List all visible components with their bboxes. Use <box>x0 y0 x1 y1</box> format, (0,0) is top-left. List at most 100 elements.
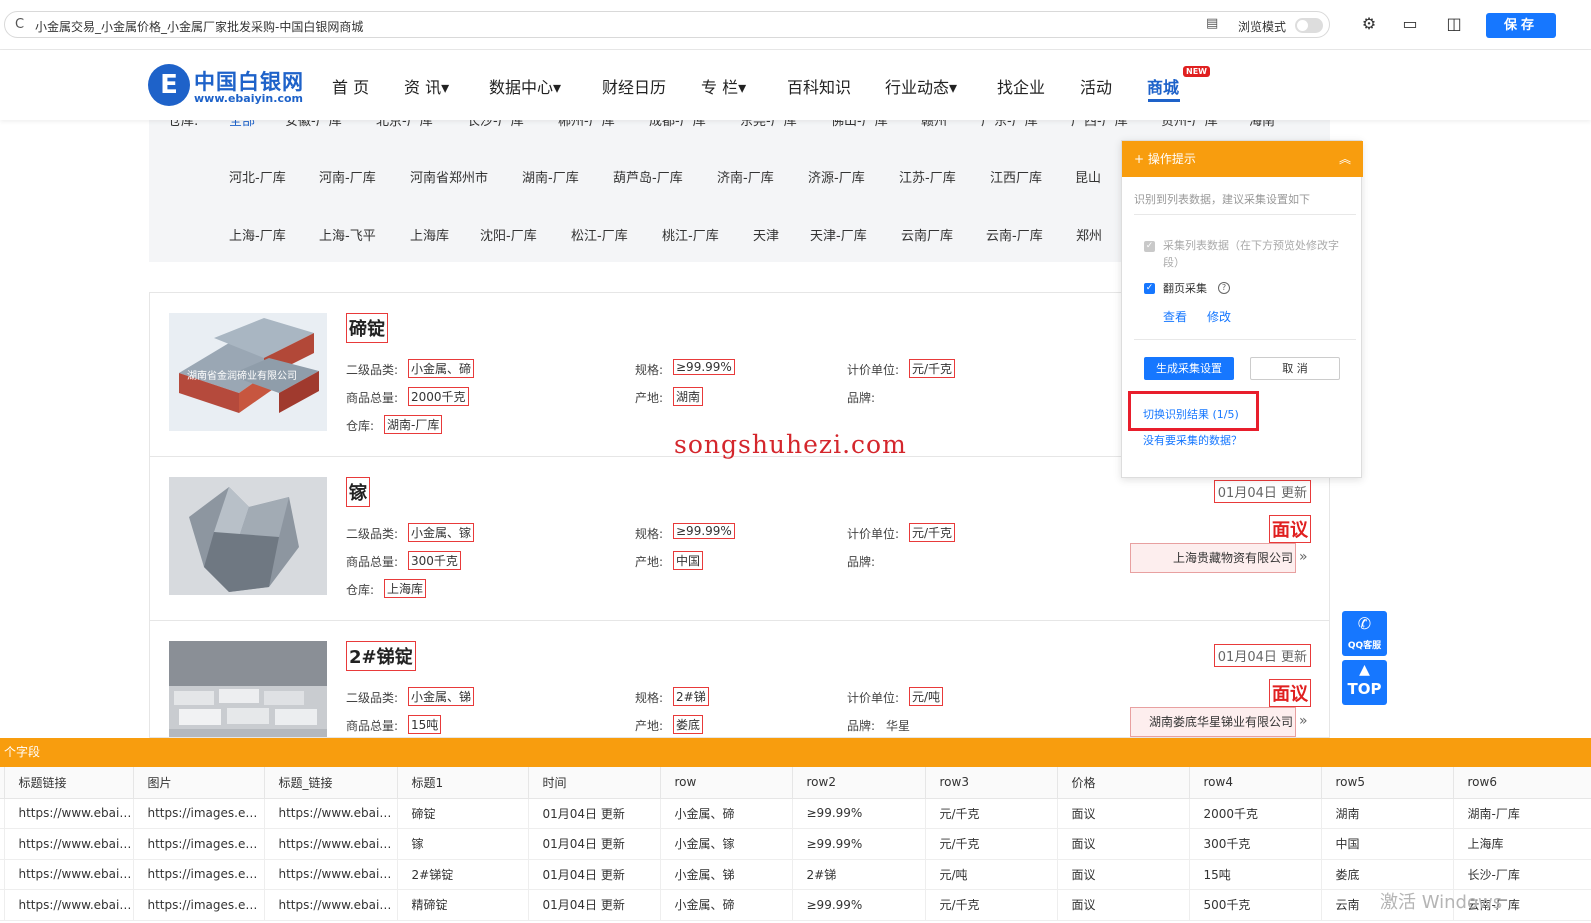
nav-events[interactable]: 活动 <box>1080 74 1112 98</box>
filter-item[interactable]: 松江-厂库 <box>571 225 628 244</box>
product-title[interactable]: 碲锭 <box>346 313 388 343</box>
product-item: 2#锑锭 二级品类: 小金属、锑 规格: 2#锑 计价单位: 元/吨 商品总量:… <box>150 621 1329 737</box>
help-icon[interactable]: ? <box>1218 282 1230 294</box>
logo-url[interactable]: www.ebaiyin.com <box>194 92 303 105</box>
data-table: 标题链接 图片 标题_链接 标题1 时间 row row2 row3 价格 ro… <box>0 767 1591 921</box>
filter-item[interactable]: 河北-厂库 <box>229 167 286 186</box>
paging-checkbox[interactable]: ✓ <box>1144 283 1155 294</box>
filter-item[interactable]: 沈阳-厂库 <box>480 225 537 244</box>
nav-column[interactable]: 专 栏▾ <box>701 74 746 98</box>
address-bar[interactable]: C 小金属交易_小金属价格_小金属厂家批发采购-中国白银网商城 ▤ 浏览模式 <box>4 11 1330 38</box>
filter-item[interactable]: 上海库 <box>410 225 449 244</box>
column-header[interactable]: row6 <box>1453 767 1591 799</box>
filter-item[interactable]: 昆山 <box>1075 167 1101 186</box>
back-to-top-button[interactable]: ▲ TOP <box>1342 660 1387 705</box>
column-header[interactable]: 时间 <box>528 767 661 799</box>
product-image[interactable]: 湖南省金润碲业有限公司 <box>169 313 327 431</box>
filter-item[interactable]: 江苏-厂库 <box>899 167 956 186</box>
filter-item[interactable]: 郑州 <box>1076 225 1102 244</box>
nav-home[interactable]: 首 页 <box>332 74 369 98</box>
filter-item[interactable]: 长沙-厂库 <box>467 120 524 128</box>
filter-item[interactable]: 贵州-厂库 <box>1161 120 1218 128</box>
sidebar-icon[interactable]: ◫ <box>1444 14 1464 34</box>
filter-item[interactable]: 全部 <box>229 120 255 128</box>
save-button[interactable]: 保存 <box>1486 13 1556 38</box>
table-cell: https://images.ebai... <box>133 859 265 890</box>
table-cell: https://images.ebai... <box>133 828 265 860</box>
column-header[interactable]: row5 <box>1321 767 1454 799</box>
column-header[interactable]: row4 <box>1189 767 1322 799</box>
logo-icon[interactable]: E <box>148 64 190 106</box>
filter-item[interactable]: 成都-厂库 <box>649 120 706 128</box>
nav-wiki[interactable]: 百科知识 <box>787 74 851 98</box>
no-data-link[interactable]: 没有要采集的数据？ <box>1143 432 1242 448</box>
page-info-icon[interactable]: ▤ <box>1206 16 1218 31</box>
column-header[interactable]: row3 <box>925 767 1058 799</box>
filter-item[interactable]: 葫芦岛-厂库 <box>613 167 683 186</box>
filter-item[interactable]: 河南省郑州市 <box>410 167 488 186</box>
table-cell: 元/千克 <box>925 798 1058 829</box>
filter-item[interactable]: 天津 <box>753 225 779 244</box>
filter-item[interactable]: 天津-厂库 <box>810 225 867 244</box>
tips-panel: + 操作提示 ︽ 识别到列表数据，建议采集设置如下 ✓ 采集列表数据（在下方预览… <box>1121 140 1363 478</box>
window-icon[interactable]: ▭ <box>1400 14 1420 34</box>
chevron-right-icon[interactable]: » <box>1299 549 1308 565</box>
column-header[interactable]: 标题1 <box>397 767 529 799</box>
column-header[interactable]: 图片 <box>133 767 265 799</box>
gear-icon[interactable]: ⚙ <box>1359 14 1379 34</box>
product-image[interactable] <box>169 641 327 737</box>
reload-icon[interactable]: C <box>15 17 24 32</box>
filter-item[interactable]: 湖南-厂库 <box>522 167 579 186</box>
chevron-right-icon[interactable]: » <box>1299 713 1308 729</box>
filter-item[interactable]: 河南-厂库 <box>319 167 376 186</box>
collapse-icon[interactable]: ︽ <box>1339 141 1351 177</box>
filter-item[interactable]: 佛山-厂库 <box>831 120 888 128</box>
filter-item[interactable]: 云南厂库 <box>901 225 953 244</box>
nav-mall[interactable]: 商城 <box>1147 74 1179 98</box>
company-name[interactable]: 湖南娄底华星锑业有限公司 <box>1130 707 1296 737</box>
switch-result-link[interactable]: 切换识别结果 (1/5) <box>1143 406 1239 422</box>
nav-calendar[interactable]: 财经日历 <box>602 74 666 98</box>
filter-item[interactable]: 赣州 <box>921 120 947 128</box>
filter-item[interactable]: 北京-厂库 <box>376 120 433 128</box>
column-header[interactable]: row2 <box>792 767 926 799</box>
filter-item[interactable]: 上海-飞平 <box>319 225 376 244</box>
filter-item[interactable]: 云南-厂库 <box>986 225 1043 244</box>
column-header[interactable]: 价格 <box>1057 767 1190 799</box>
update-date: 01月04日 更新 <box>1213 644 1311 667</box>
view-link[interactable]: 查看 <box>1163 308 1187 325</box>
filter-item[interactable]: 广西-厂库 <box>1071 120 1128 128</box>
filter-item[interactable]: 东莞-厂库 <box>740 120 797 128</box>
product-image[interactable] <box>169 477 327 595</box>
new-badge: NEW <box>1183 66 1210 77</box>
generate-settings-button[interactable]: 生成采集设置 <box>1144 357 1234 380</box>
filter-item[interactable]: 郴州-厂库 <box>558 120 615 128</box>
nav-data-center[interactable]: 数据中心▾ <box>489 74 561 98</box>
filter-item[interactable]: 济源-厂库 <box>808 167 865 186</box>
address-text[interactable]: 小金属交易_小金属价格_小金属厂家批发采购-中国白银网商城 <box>35 18 363 35</box>
nav-companies[interactable]: 找企业 <box>997 74 1045 98</box>
nav-news[interactable]: 资 讯▾ <box>404 74 449 98</box>
tips-header: + 操作提示 ︽ <box>1122 141 1363 177</box>
cancel-button[interactable]: 取 消 <box>1250 357 1340 380</box>
product-title[interactable]: 2#锑锭 <box>346 641 416 671</box>
filter-item[interactable]: 海南 <box>1249 120 1275 128</box>
browse-mode-toggle[interactable] <box>1295 18 1323 33</box>
filter-item[interactable]: 桃江-厂库 <box>662 225 719 244</box>
filter-item[interactable]: 济南-厂库 <box>717 167 774 186</box>
nav-industry[interactable]: 行业动态▾ <box>885 74 957 98</box>
qq-service-button[interactable]: ✆ QQ客服 <box>1342 611 1387 656</box>
company-name[interactable]: 上海贵藏物资有限公司 <box>1130 543 1296 573</box>
filter-item[interactable]: 江西厂库 <box>990 167 1042 186</box>
product-title[interactable]: 镓 <box>346 477 370 507</box>
edit-link[interactable]: 修改 <box>1207 308 1231 325</box>
category-label: 二级品类: <box>346 363 399 377</box>
column-header[interactable]: 标题链接 <box>4 767 134 799</box>
filter-item[interactable]: 安徽-厂库 <box>285 120 342 128</box>
total-label: 商品总量: <box>346 719 399 733</box>
column-header[interactable]: 标题_链接 <box>264 767 398 799</box>
filter-item[interactable]: 广东-厂库 <box>981 120 1038 128</box>
column-header[interactable]: row <box>660 767 793 799</box>
warehouse-value: 湖南-厂库 <box>384 415 443 434</box>
filter-item[interactable]: 上海-厂库 <box>229 225 286 244</box>
